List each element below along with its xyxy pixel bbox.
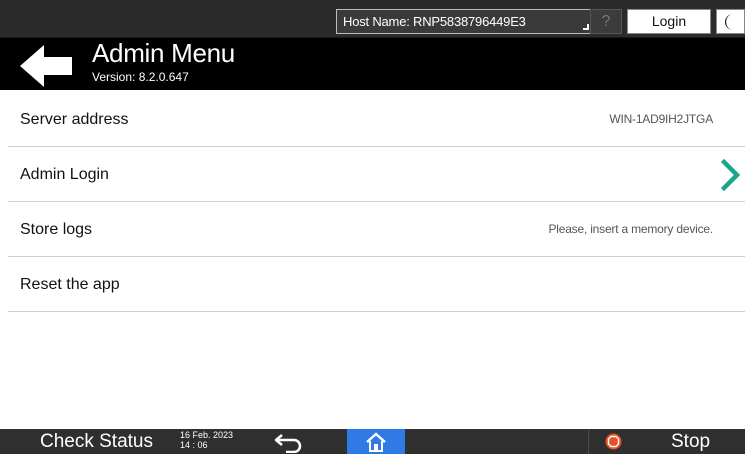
- login-button[interactable]: Login: [627, 9, 711, 34]
- date-text: 16 Feb. 2023: [180, 430, 234, 440]
- menu-item-label: Admin Login: [20, 166, 109, 183]
- help-button[interactable]: ?: [590, 9, 622, 34]
- host-name-field[interactable]: Host Name: RNP5838796449E3: [336, 9, 594, 34]
- version-label: Version: 8.2.0.647: [92, 70, 189, 84]
- stop-icon: [605, 433, 622, 450]
- home-button[interactable]: [347, 429, 405, 454]
- dropdown-corner-icon: [583, 24, 589, 30]
- home-icon: [366, 432, 386, 452]
- time-text: 14 : 06: [180, 440, 208, 450]
- stop-label: Stop: [671, 431, 711, 452]
- server-address-value: WIN-1AD9IH2JTGA: [609, 112, 713, 126]
- energy-saver-button[interactable]: [716, 9, 745, 34]
- check-status-button[interactable]: Check Status: [0, 429, 172, 454]
- return-arrow-icon[interactable]: [272, 431, 306, 453]
- menu-item-server-address[interactable]: Server address WIN-1AD9IH2JTGA: [8, 92, 745, 147]
- menu-item-store-logs[interactable]: Store logs Please, insert a memory devic…: [8, 202, 745, 257]
- menu-item-label: Store logs: [20, 221, 93, 238]
- host-name-text: Host Name: RNP5838796449E3: [343, 14, 526, 29]
- arrow-left-icon[interactable]: [20, 45, 72, 87]
- chevron-right-icon: [721, 159, 741, 191]
- date-time-display: 16 Feb. 2023 14 : 06: [180, 430, 233, 450]
- menu-item-reset-app[interactable]: Reset the app: [8, 257, 745, 312]
- moon-icon: [725, 14, 733, 30]
- menu-item-label: Server address: [20, 111, 129, 128]
- stop-button[interactable]: Stop: [588, 429, 745, 454]
- menu-item-label: Reset the app: [20, 276, 120, 293]
- menu-item-admin-login[interactable]: Admin Login: [8, 147, 745, 202]
- store-logs-hint: Please, insert a memory device.: [548, 222, 713, 236]
- page-title: Admin Menu: [92, 38, 235, 68]
